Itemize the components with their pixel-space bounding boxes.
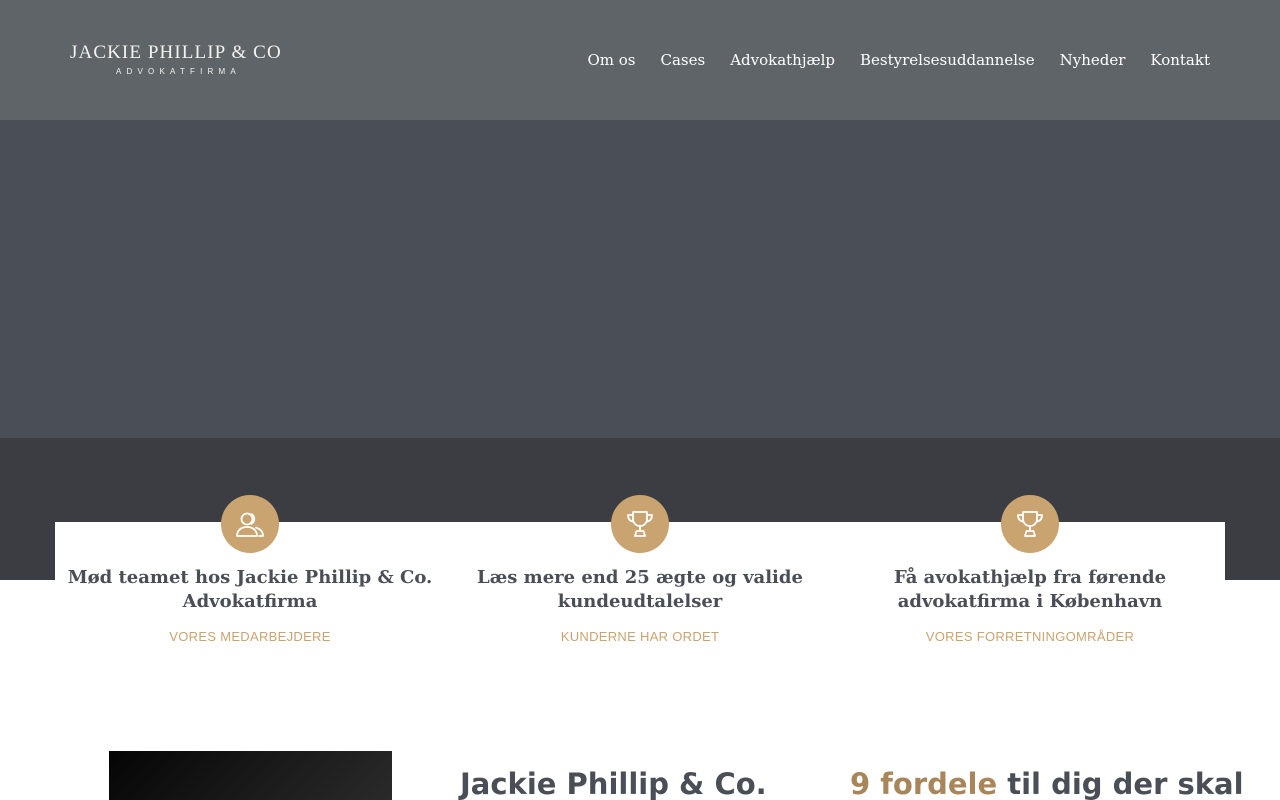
site-header: JACKIE PHILLIP & CO ADVOKATFIRMA Om os C… [0, 0, 1280, 120]
benefits-heading-accent: 9 fordele [850, 767, 998, 800]
feature-testimonials: Læs mere end 25 ægte og valide kundeudta… [445, 495, 835, 672]
feature-title: Læs mere end 25 ægte og valide kundeudta… [477, 567, 803, 612]
benefits-heading: 9 fordele til dig der skal [850, 765, 1244, 800]
feature-boxes: Mød teamet hos Jackie Phillip & Co. Advo… [55, 495, 1225, 672]
site-logo[interactable]: JACKIE PHILLIP & CO ADVOKATFIRMA [70, 43, 292, 77]
nav-item-cases[interactable]: Cases [660, 48, 705, 72]
logo-subtitle: ADVOKATFIRMA [116, 67, 241, 76]
logo-name: JACKIE PHILLIP & CO [70, 42, 282, 63]
feature-team: Mød teamet hos Jackie Phillip & Co. Advo… [55, 495, 445, 672]
people-icon [221, 495, 279, 553]
feature-link-medarbejdere[interactable]: VORES MEDARBEJDERE [55, 629, 445, 644]
feature-title: Få avokathjælp fra førende advokatfirma … [893, 567, 1167, 612]
bottom-photo [109, 751, 392, 800]
nav-item-nyheder[interactable]: Nyheder [1060, 48, 1126, 72]
main-nav: Om os Cases Advokathjælp Bestyrelsesudda… [587, 48, 1210, 72]
feature-practice-areas: Få avokathjælp fra førende advokatfirma … [835, 495, 1225, 672]
nav-item-kontakt[interactable]: Kontakt [1150, 48, 1210, 72]
feature-link-kunderne[interactable]: KUNDERNE HAR ORDET [445, 629, 835, 644]
feature-title: Mød teamet hos Jackie Phillip & Co. Advo… [67, 567, 433, 612]
nav-item-om-os[interactable]: Om os [587, 48, 635, 72]
about-heading: Jackie Phillip & Co. [460, 767, 767, 800]
hero-banner [0, 120, 1280, 438]
nav-item-bestyrelsesuddannelse[interactable]: Bestyrelsesuddannelse [860, 48, 1035, 72]
nav-item-advokathjaelp[interactable]: Advokathjælp [730, 48, 835, 72]
feature-link-forretningomrader[interactable]: VORES FORRETNINGOMRÅDER [835, 629, 1225, 644]
benefits-heading-rest: til dig der skal [997, 767, 1244, 800]
trophy-icon [1001, 495, 1059, 553]
trophy-icon [611, 495, 669, 553]
